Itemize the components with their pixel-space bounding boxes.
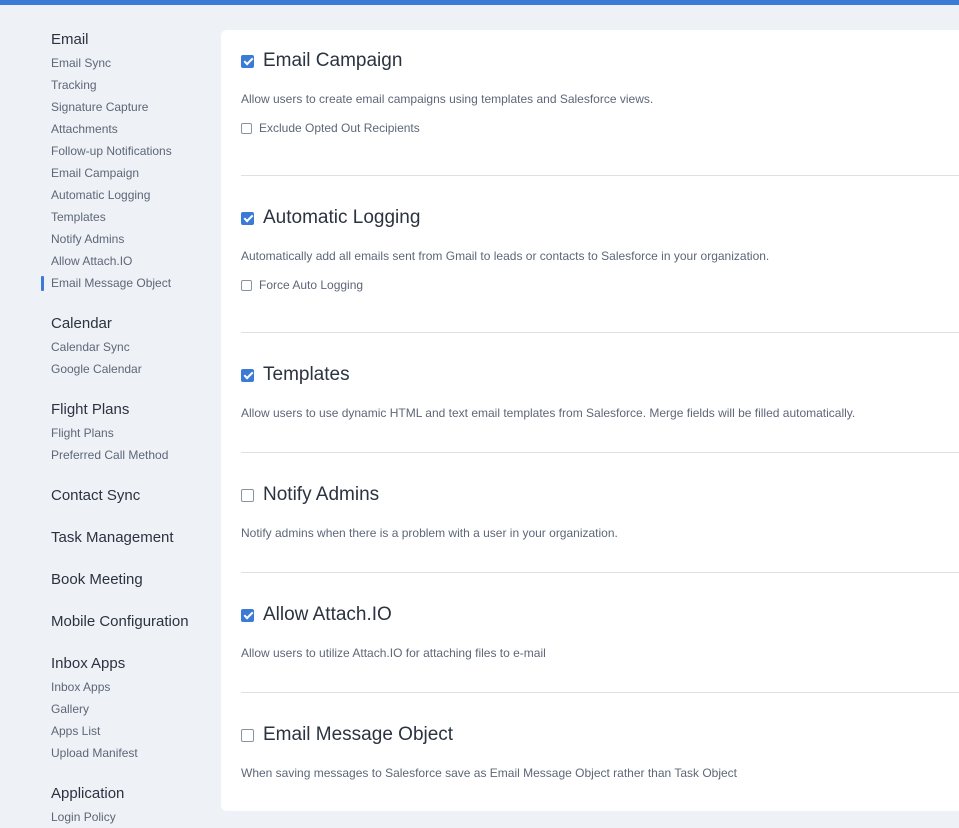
- sub-option-label: Force Auto Logging: [259, 278, 364, 292]
- setting-description: Automatically add all emails sent from G…: [241, 249, 770, 263]
- sidebar-item-flight-plans[interactable]: Flight Plans: [51, 422, 168, 444]
- nav-heading-mobile-configuration[interactable]: Mobile Configuration: [51, 612, 189, 632]
- sidebar-item-signature-capture[interactable]: Signature Capture: [51, 96, 172, 118]
- sidebar-item-email-campaign[interactable]: Email Campaign: [51, 162, 172, 184]
- setting-description: Notify admins when there is a problem wi…: [241, 526, 618, 540]
- force-auto-logging-checkbox[interactable]: [241, 279, 252, 291]
- nav-heading-inbox-apps[interactable]: Inbox Apps: [51, 654, 138, 674]
- divider: [241, 175, 959, 176]
- setting-description: Allow users to utilize Attach.IO for att…: [241, 646, 546, 660]
- setting-title: Notify Admins: [263, 484, 380, 505]
- sidebar-item-gallery[interactable]: Gallery: [51, 698, 138, 720]
- nav-group-application: Application Login Policy: [51, 784, 124, 828]
- sidebar-item-login-policy[interactable]: Login Policy: [51, 806, 124, 828]
- sidebar-item-inbox-apps[interactable]: Inbox Apps: [51, 676, 138, 698]
- setting-description: When saving messages to Salesforce save …: [241, 766, 738, 780]
- sidebar-item-tracking[interactable]: Tracking: [51, 74, 172, 96]
- sidebar-item-templates[interactable]: Templates: [51, 206, 172, 228]
- email-message-object-checkbox[interactable]: [241, 728, 254, 742]
- sidebar-item-google-calendar[interactable]: Google Calendar: [51, 358, 142, 380]
- nav-group-task-management: Task Management: [51, 528, 174, 548]
- sidebar-item-upload-manifest[interactable]: Upload Manifest: [51, 742, 138, 764]
- nav-group-calendar: Calendar Calendar Sync Google Calendar: [51, 314, 142, 380]
- setting-title: Templates: [263, 364, 350, 385]
- sidebar-item-apps-list[interactable]: Apps List: [51, 720, 138, 742]
- force-auto-logging-option[interactable]: Force Auto Logging: [241, 278, 363, 292]
- divider: [241, 692, 959, 693]
- nav-group-mobile-configuration: Mobile Configuration: [51, 612, 189, 632]
- nav-heading-calendar[interactable]: Calendar: [51, 314, 142, 334]
- nav-group-book-meeting: Book Meeting: [51, 570, 143, 590]
- sub-option-label: Exclude Opted Out Recipients: [259, 121, 420, 135]
- divider: [241, 452, 959, 453]
- divider: [241, 572, 959, 573]
- nav-group-contact-sync: Contact Sync: [51, 486, 140, 506]
- sidebar-item-email-sync[interactable]: Email Sync: [51, 52, 172, 74]
- nav-heading-contact-sync[interactable]: Contact Sync: [51, 486, 140, 506]
- allow-attach-io-checkbox[interactable]: [241, 608, 254, 622]
- templates-checkbox[interactable]: [241, 368, 254, 382]
- sidebar-item-allow-attach-io[interactable]: Allow Attach.IO: [51, 250, 172, 272]
- exclude-opted-out-checkbox[interactable]: [241, 122, 252, 134]
- setting-title: Automatic Logging: [263, 207, 421, 228]
- setting-title: Allow Attach.IO: [263, 604, 392, 625]
- nav-heading-book-meeting[interactable]: Book Meeting: [51, 570, 143, 590]
- setting-title: Email Message Object: [263, 724, 454, 745]
- sidebar-item-attachments[interactable]: Attachments: [51, 118, 172, 140]
- settings-sidebar: Email Email Sync Tracking Signature Capt…: [0, 5, 221, 827]
- sidebar-item-notify-admins[interactable]: Notify Admins: [51, 228, 172, 250]
- settings-panel: Email Campaign Allow users to create ema…: [221, 30, 959, 811]
- divider: [241, 332, 959, 333]
- nav-group-email: Email Email Sync Tracking Signature Capt…: [41, 30, 172, 294]
- email-campaign-checkbox[interactable]: [241, 54, 254, 68]
- notify-admins-checkbox[interactable]: [241, 488, 254, 502]
- nav-heading-task-management[interactable]: Task Management: [51, 528, 174, 548]
- setting-title: Email Campaign: [263, 50, 403, 71]
- nav-heading-email[interactable]: Email: [51, 30, 172, 50]
- automatic-logging-checkbox[interactable]: [241, 211, 254, 225]
- setting-description: Allow users to use dynamic HTML and text…: [241, 406, 856, 420]
- exclude-opted-out-option[interactable]: Exclude Opted Out Recipients: [241, 121, 420, 135]
- nav-heading-application[interactable]: Application: [51, 784, 124, 804]
- sidebar-item-automatic-logging[interactable]: Automatic Logging: [51, 184, 172, 206]
- nav-group-inbox-apps: Inbox Apps Inbox Apps Gallery Apps List …: [51, 654, 138, 764]
- sidebar-item-preferred-call-method[interactable]: Preferred Call Method: [51, 444, 168, 466]
- sidebar-item-email-message-object[interactable]: Email Message Object: [41, 272, 172, 294]
- setting-description: Allow users to create email campaigns us…: [241, 92, 654, 106]
- nav-heading-flight-plans[interactable]: Flight Plans: [51, 400, 168, 420]
- sidebar-item-follow-up-notifications[interactable]: Follow-up Notifications: [51, 140, 172, 162]
- nav-group-flight-plans: Flight Plans Flight Plans Preferred Call…: [51, 400, 168, 466]
- sidebar-item-calendar-sync[interactable]: Calendar Sync: [51, 336, 142, 358]
